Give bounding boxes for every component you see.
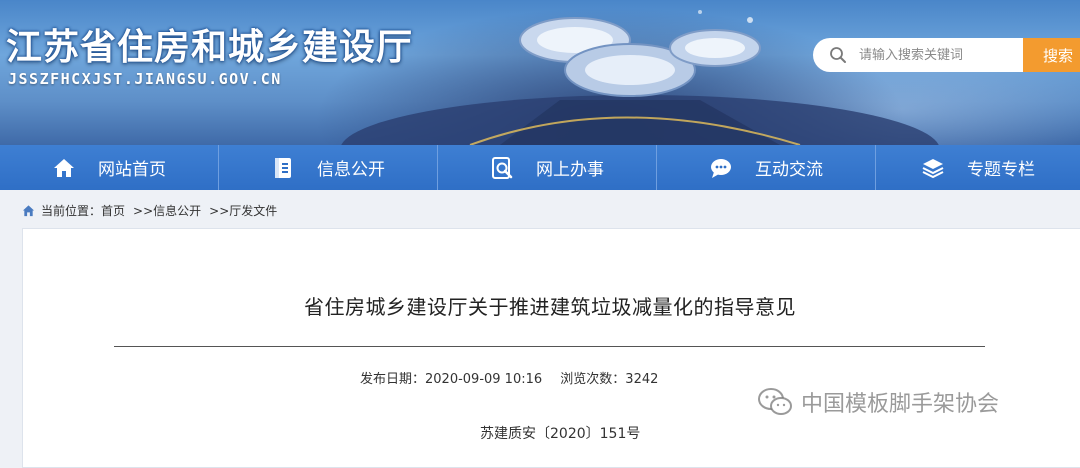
nav-item-info-disclosure[interactable]: 信息公开: [219, 145, 438, 190]
article-title: 省住房城乡建设厅关于推进建筑垃圾减量化的指导意见: [304, 295, 796, 319]
title-divider: [114, 346, 985, 347]
nav-item-label: 互动交流: [755, 160, 823, 180]
site-domain: JSSZFHCXJST.JIANGSU.GOV.CN: [8, 70, 282, 88]
search-button[interactable]: 搜索: [1023, 38, 1080, 72]
search-input[interactable]: [857, 46, 1021, 64]
search-document-icon: [492, 156, 513, 179]
search-box[interactable]: [813, 38, 1023, 72]
nav-item-home[interactable]: 网站首页: [0, 145, 219, 190]
chat-bubble-icon: [711, 158, 731, 178]
wechat-icon: [758, 388, 792, 415]
nav-item-special-topics[interactable]: 专题专栏: [876, 145, 1080, 190]
document-icon: [275, 157, 291, 178]
nav-item-label: 专题专栏: [967, 160, 1035, 180]
publish-date: 发布日期：2020-09-09 10:16: [360, 372, 543, 387]
document-number: 苏建质安〔2020〕151号: [480, 426, 641, 442]
breadcrumb: 当前位置：首页 >>信息公开 >>厅发文件: [22, 201, 277, 219]
nav-item-label: 网上办事: [536, 160, 604, 180]
breadcrumb-home[interactable]: 当前位置：首页: [41, 202, 125, 219]
main-nav: 网站首页 信息公开 网上办事 互动交流 专题专栏: [0, 145, 1080, 190]
home-icon: [54, 158, 74, 177]
article-meta: 发布日期：2020-09-09 10:16 浏览次数：3242: [360, 368, 672, 387]
nav-item-label: 网站首页: [98, 160, 166, 180]
watermark-text: 中国模板脚手架协会: [801, 392, 1000, 417]
header-banner: 江苏省住房和城乡建设厅 JSSZFHCXJST.JIANGSU.GOV.CN 搜…: [0, 0, 1080, 145]
breadcrumb-info-disclosure[interactable]: >>信息公开: [133, 202, 201, 219]
nav-item-label: 信息公开: [317, 160, 385, 180]
home-icon: [22, 204, 35, 216]
view-count: 浏览次数：3242: [560, 372, 659, 387]
nav-item-interaction[interactable]: 互动交流: [657, 145, 876, 190]
search-icon: [830, 47, 846, 63]
nav-item-online-services[interactable]: 网上办事: [438, 145, 657, 190]
layers-icon: [922, 158, 944, 178]
breadcrumb-department-documents[interactable]: >>厅发文件: [209, 202, 277, 219]
watermark: 中国模板脚手架协会: [757, 386, 999, 418]
site-title[interactable]: 江苏省住房和城乡建设厅: [6, 18, 413, 70]
